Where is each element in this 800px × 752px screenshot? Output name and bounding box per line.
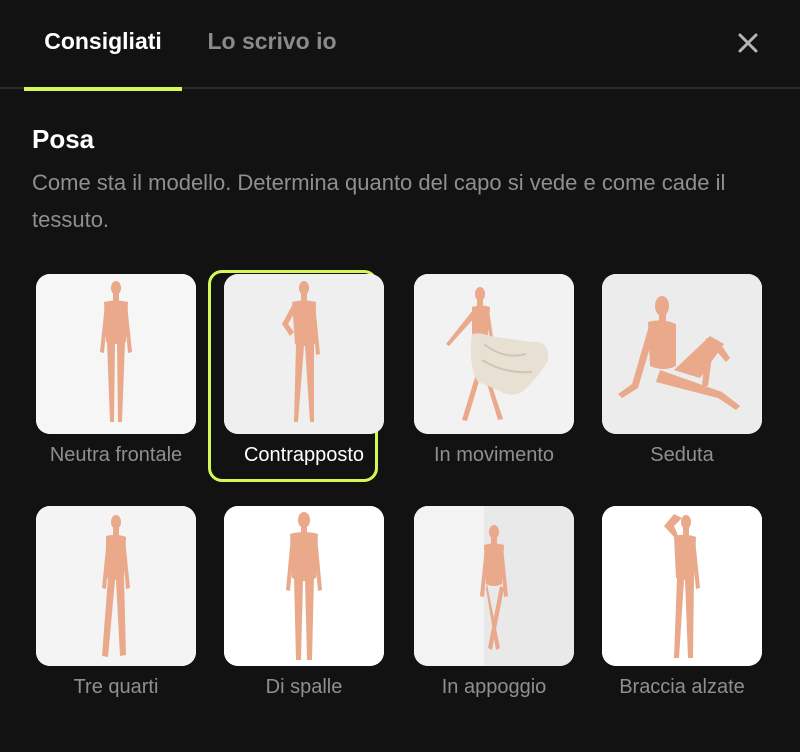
close-icon (738, 33, 758, 53)
pose-label: Tre quarti (73, 676, 159, 698)
pose-label: In appoggio (441, 676, 547, 698)
pose-option-di-spalle[interactable]: Di spalle (224, 506, 384, 718)
pose-option-seduta[interactable]: Seduta (602, 274, 762, 486)
pose-thumbnail-contrapposto (224, 274, 384, 434)
pose-thumbnail-di-spalle (224, 506, 384, 666)
close-button[interactable] (730, 26, 766, 60)
tab-lo-scrivo-io-label: Lo scrivo io (207, 28, 337, 54)
pose-thumbnail-neutra-frontale (36, 274, 196, 434)
tab-lo-scrivo-io[interactable]: Lo scrivo io (196, 0, 348, 89)
pose-thumbnail-tre-quarti (36, 506, 196, 666)
section-description: Come sta il modello. Determina quanto de… (32, 170, 726, 232)
tab-consigliati-label: Consigliati (44, 28, 162, 54)
pose-option-neutra-frontale[interactable]: Neutra frontale (36, 274, 196, 486)
tab-bar: Consigliati Lo scrivo io (0, 0, 800, 91)
pose-option-contrapposto[interactable]: Contrapposto (208, 270, 384, 486)
pose-option-in-movimento[interactable]: In movimento (414, 274, 574, 486)
pose-label: Di spalle (265, 676, 343, 698)
pose-label: Braccia alzate (619, 676, 745, 698)
pose-thumbnail-in-movimento (414, 274, 574, 434)
pose-label: Contrapposto (243, 444, 365, 466)
pose-label: Seduta (650, 444, 714, 466)
pose-thumbnail-braccia-alzate (602, 506, 762, 666)
pose-label: In movimento (433, 444, 555, 466)
pose-option-tre-quarti[interactable]: Tre quarti (36, 506, 196, 718)
pose-thumbnail-in-appoggio (414, 506, 574, 666)
tab-consigliati[interactable]: Consigliati (24, 0, 182, 91)
active-tab-indicator (24, 87, 182, 91)
pose-option-in-appoggio[interactable]: In appoggio (414, 506, 574, 718)
pose-picker-panel: Consigliati Lo scrivo io Posa Come sta i… (0, 0, 800, 752)
section-title: Posa (32, 124, 95, 154)
pose-option-braccia-alzate[interactable]: Braccia alzate (602, 506, 762, 718)
pose-thumbnail-seduta (602, 274, 762, 434)
pose-label: Neutra frontale (49, 444, 183, 466)
